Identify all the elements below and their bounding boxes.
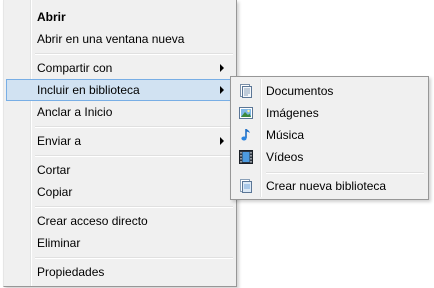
menu-separator [35,126,233,128]
menu-item-pin-to-start[interactable]: Anclar a Inicio [6,101,234,123]
menu-separator [35,155,233,157]
submenu-item-label: Imágenes [266,106,319,120]
menu-item-label: Abrir [37,10,66,24]
submenu-item-pictures[interactable]: Imágenes [233,102,426,124]
screen: Abrir Abrir en una ventana nueva Compart… [0,0,434,288]
menu-separator [35,257,233,259]
documents-library-icon [238,83,254,99]
music-library-icon [238,127,254,143]
menu-item-label: Anclar a Inicio [37,105,113,119]
menu-item-label: Abrir en una ventana nueva [37,32,185,46]
pictures-library-icon [238,105,254,121]
menu-separator [35,206,233,208]
menu-item-label: Eliminar [37,236,81,250]
menu-separator [35,53,233,55]
menu-item-cut[interactable]: Cortar [6,159,234,181]
new-library-icon [238,178,254,194]
menu-item-label: Cortar [37,163,71,177]
menu-item-label: Incluir en biblioteca [37,83,140,97]
library-submenu: Documentos Imágenes Música Vídeos Crear … [230,76,429,200]
submenu-item-label: Música [266,128,305,142]
submenu-item-videos[interactable]: Vídeos [233,146,426,168]
submenu-item-create-new-library[interactable]: Crear nueva biblioteca [233,175,426,197]
menu-item-label: Enviar a [37,134,82,148]
videos-library-icon [238,149,254,165]
submenu-arrow-icon [220,64,224,72]
submenu-arrow-icon [220,86,224,94]
menu-item-share-with[interactable]: Compartir con [6,57,234,79]
submenu-separator [266,172,424,174]
menu-item-open[interactable]: Abrir [6,6,234,28]
menu-item-send-to[interactable]: Enviar a [6,130,234,152]
menu-item-label: Copiar [37,185,73,199]
menu-item-properties[interactable]: Propiedades [6,261,234,283]
submenu-item-label: Vídeos [266,150,304,164]
submenu-arrow-icon [220,137,224,145]
menu-item-label: Compartir con [37,61,113,75]
menu-item-include-in-library[interactable]: Incluir en biblioteca [6,79,234,101]
submenu-item-documents[interactable]: Documentos [233,80,426,102]
menu-item-create-shortcut[interactable]: Crear acceso directo [6,210,234,232]
submenu-item-label: Documentos [266,84,334,98]
menu-item-delete[interactable]: Eliminar [6,232,234,254]
menu-item-copy[interactable]: Copiar [6,181,234,203]
menu-item-label: Crear acceso directo [37,214,148,228]
submenu-item-label: Crear nueva biblioteca [266,179,387,193]
context-menu: Abrir Abrir en una ventana nueva Compart… [3,0,237,287]
submenu-item-music[interactable]: Música [233,124,426,146]
menu-item-label: Propiedades [37,265,105,279]
menu-item-open-new-window[interactable]: Abrir en una ventana nueva [6,28,234,50]
